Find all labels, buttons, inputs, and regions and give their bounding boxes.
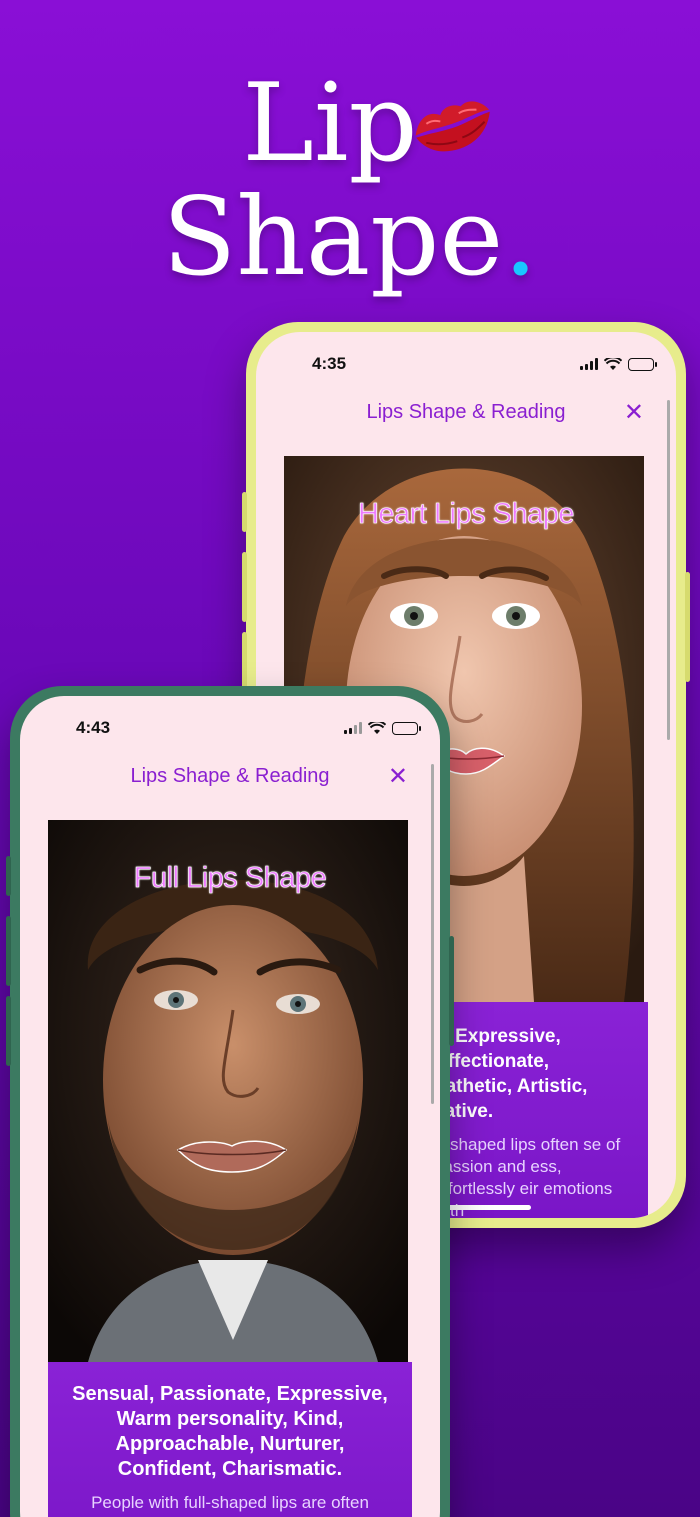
front-phone-power-button [449, 936, 454, 1046]
back-phone-volume-up [242, 552, 247, 622]
man-portrait-image [48, 820, 408, 1362]
photo-label: Heart Lips Shape [357, 498, 575, 531]
lips-photo-full: Full Lips Shape [48, 820, 412, 1362]
status-bar: 4:43 [20, 696, 440, 742]
hero-title-dot: . [503, 175, 538, 300]
hero-title-line-2: Shape. [0, 184, 700, 292]
traits-text: Sensual, Passionate, Expressive, Warm pe… [72, 1383, 388, 1480]
description-text: People with full-shaped lips are often [91, 1493, 369, 1512]
signal-icon [580, 358, 598, 370]
nav-bar: Lips Shape & Reading ✕ [20, 758, 440, 794]
status-bar: 4:35 [256, 332, 676, 378]
nav-title: Lips Shape & Reading [130, 764, 330, 787]
hero-title-word-shape: Shape [162, 175, 504, 300]
back-phone-side-button [242, 492, 247, 532]
front-phone-mockup: 4:43 Lips Shape & Reading ✕ Full Lips Sh… [6, 686, 454, 1517]
front-phone-screen: 4:43 Lips Shape & Reading ✕ Full Lips Sh… [20, 696, 440, 1517]
status-time: 4:35 [312, 354, 347, 373]
photo-label: Full Lips Shape [133, 862, 327, 895]
kiss-lips-icon [415, 101, 490, 152]
close-icon[interactable]: ✕ [624, 398, 644, 427]
wifi-icon [368, 721, 386, 734]
front-phone-volume-down [6, 996, 11, 1066]
back-phone-power-button [685, 572, 690, 682]
hero-title-line-1: Lip [242, 61, 418, 186]
status-icons [580, 357, 657, 371]
nav-title: Lips Shape & Reading [366, 400, 566, 423]
front-phone-volume-up [6, 916, 11, 986]
status-time: 4:43 [76, 718, 111, 737]
status-icons [344, 721, 421, 735]
front-phone-side-button [6, 856, 11, 896]
battery-icon [392, 721, 421, 735]
info-panel: Sensual, Passionate, Expressive, Warm pe… [48, 1362, 412, 1517]
close-icon[interactable]: ✕ [388, 762, 408, 791]
scrollbar[interactable] [431, 764, 434, 1104]
scrollbar[interactable] [667, 400, 670, 740]
wifi-icon [604, 357, 622, 370]
battery-icon [628, 357, 657, 371]
signal-icon [344, 722, 362, 734]
nav-bar: Lips Shape & Reading ✕ [256, 394, 676, 430]
hero-title: Lip Shape. [0, 70, 700, 292]
